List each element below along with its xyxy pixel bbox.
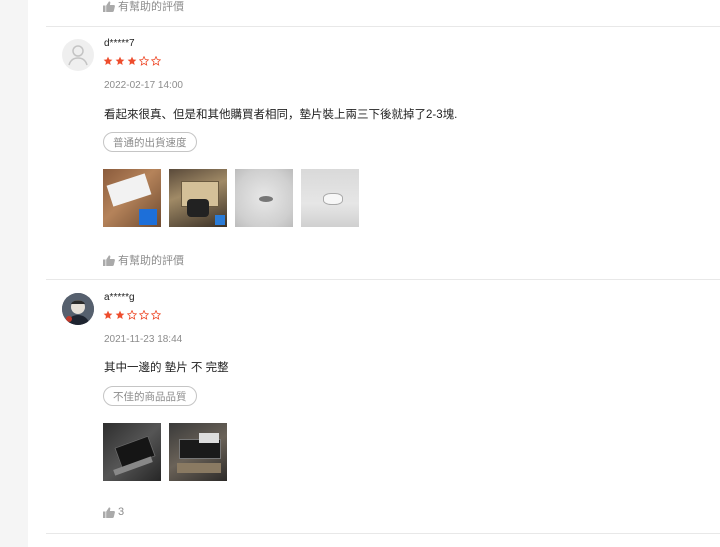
user-icon [68, 45, 88, 66]
star-icon [103, 310, 113, 319]
helpful-button[interactable]: 有幫助的評價 [103, 252, 184, 268]
star-icon [115, 310, 125, 319]
review-date: 2021-11-23 18:44 [104, 334, 183, 345]
star-icon [115, 56, 125, 65]
avatar[interactable] [62, 39, 94, 71]
review-photo[interactable] [169, 169, 227, 227]
review-photo[interactable] [301, 169, 359, 227]
star-icon [151, 310, 161, 320]
star-icon [139, 310, 149, 320]
review-date: 2022-02-17 14:00 [104, 80, 183, 91]
thumbs-up-icon [103, 506, 115, 518]
helpful-label: 有幫助的評價 [118, 1, 184, 13]
review-photo[interactable] [103, 169, 161, 227]
star-icon [127, 56, 137, 65]
star-icon [151, 56, 161, 66]
star-icon [139, 56, 149, 66]
divider [46, 279, 720, 280]
avatar[interactable] [62, 293, 94, 325]
review-comment: 看起來很真、但是和其他購買者相同，墊片裝上兩三下後就掉了2-3塊. [104, 109, 458, 121]
review-photo[interactable] [103, 423, 161, 481]
star-rating [103, 310, 161, 320]
thumbs-up-icon [103, 254, 115, 266]
review-tag: 不佳的商品品質 [103, 386, 197, 406]
helpful-button[interactable]: 有幫助的評價 [103, 0, 184, 14]
review-tag: 普通的出貨速度 [103, 132, 197, 152]
helpful-button[interactable]: 3 [103, 506, 124, 518]
review-photos [103, 423, 227, 481]
star-icon [103, 56, 113, 65]
divider [46, 26, 720, 27]
review-photos [103, 169, 359, 227]
helpful-count: 3 [118, 506, 125, 518]
username: d*****7 [104, 38, 135, 49]
thumbs-up-icon [103, 0, 115, 12]
user-photo-icon [62, 293, 94, 325]
review-photo[interactable] [235, 169, 293, 227]
helpful-label: 有幫助的評價 [118, 255, 184, 267]
star-rating [103, 56, 161, 66]
review-photo[interactable] [169, 423, 227, 481]
username: a*****g [104, 292, 135, 303]
star-icon [127, 310, 137, 320]
review-comment: 其中一邊的 墊片 不 完整 [104, 362, 229, 374]
divider [46, 533, 720, 534]
